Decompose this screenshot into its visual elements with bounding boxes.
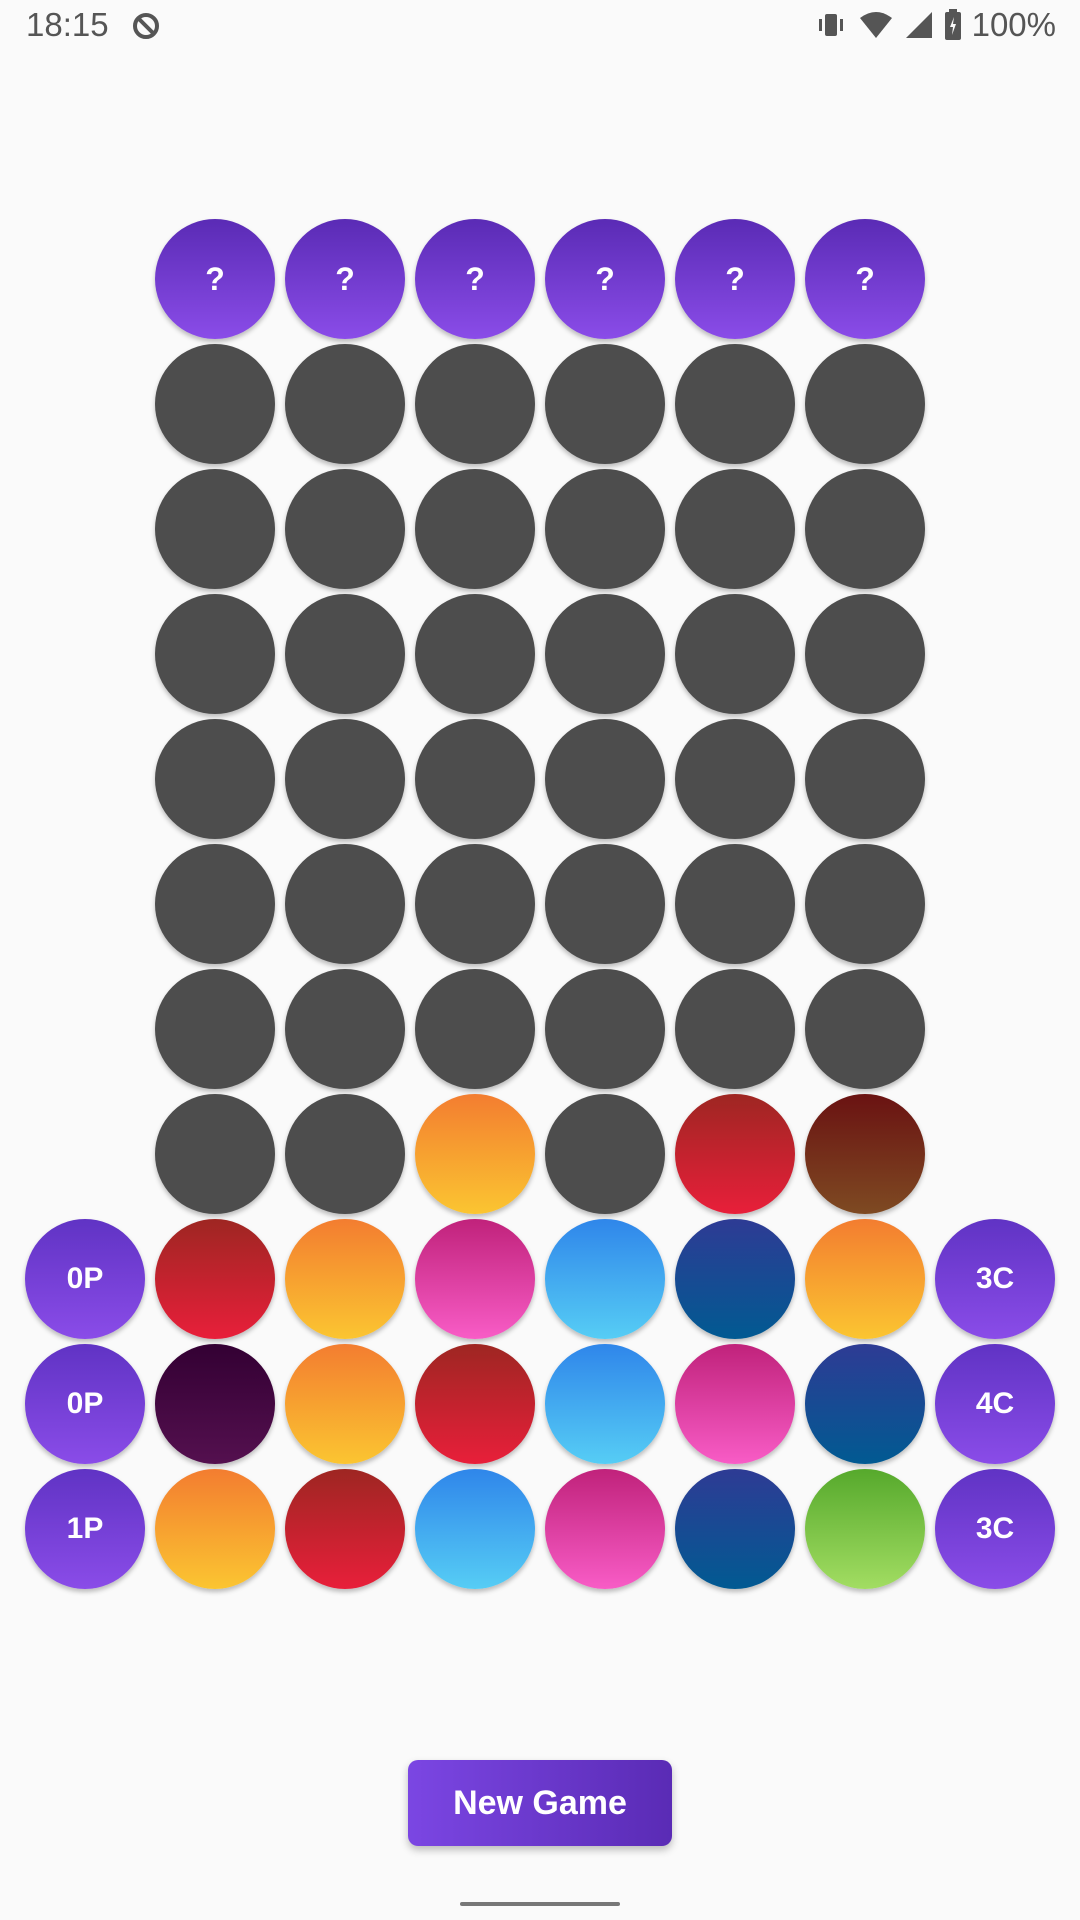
empty-slot[interactable] bbox=[155, 1094, 275, 1214]
empty-slot[interactable] bbox=[415, 469, 535, 589]
empty-slot[interactable] bbox=[675, 344, 795, 464]
empty-slot[interactable] bbox=[805, 844, 925, 964]
secret-peg: ? bbox=[155, 219, 275, 339]
signal-icon bbox=[905, 12, 932, 38]
peg-sky bbox=[415, 1469, 535, 1589]
peg-orange bbox=[805, 1219, 925, 1339]
empty-slot[interactable] bbox=[675, 969, 795, 1089]
peg-orange bbox=[155, 1469, 275, 1589]
peg-plum bbox=[155, 1344, 275, 1464]
color-score: 3C bbox=[935, 1469, 1055, 1589]
empty-slot[interactable] bbox=[285, 344, 405, 464]
empty-slot[interactable] bbox=[805, 469, 925, 589]
color-score: 4C bbox=[935, 1344, 1055, 1464]
empty-slot[interactable] bbox=[675, 719, 795, 839]
empty-slot[interactable] bbox=[805, 719, 925, 839]
empty-slot[interactable] bbox=[675, 594, 795, 714]
peg-brown[interactable] bbox=[805, 1094, 925, 1214]
peg-orange bbox=[285, 1344, 405, 1464]
empty-slot[interactable] bbox=[545, 1094, 665, 1214]
wifi-icon bbox=[859, 12, 892, 38]
secret-peg: ? bbox=[285, 219, 405, 339]
empty-slot[interactable] bbox=[675, 844, 795, 964]
empty-slot[interactable] bbox=[155, 719, 275, 839]
sync-icon bbox=[133, 13, 159, 39]
empty-slot[interactable] bbox=[285, 844, 405, 964]
peg-orange[interactable] bbox=[415, 1094, 535, 1214]
peg-red bbox=[155, 1219, 275, 1339]
new-game-button[interactable]: New Game bbox=[408, 1760, 672, 1846]
peg-red bbox=[415, 1344, 535, 1464]
peg-sky bbox=[545, 1344, 665, 1464]
peg-red bbox=[285, 1469, 405, 1589]
empty-slot[interactable] bbox=[415, 969, 535, 1089]
placement-score: 1P bbox=[25, 1469, 145, 1589]
secret-peg: ? bbox=[415, 219, 535, 339]
empty-slot[interactable] bbox=[155, 844, 275, 964]
status-icons: 100% bbox=[814, 6, 1056, 44]
color-score: 3C bbox=[935, 1219, 1055, 1339]
empty-slot[interactable] bbox=[285, 1094, 405, 1214]
status-time: 18:15 bbox=[26, 6, 109, 43]
empty-slot[interactable] bbox=[805, 344, 925, 464]
empty-slot[interactable] bbox=[545, 469, 665, 589]
empty-slot[interactable] bbox=[285, 719, 405, 839]
empty-slot[interactable] bbox=[415, 344, 535, 464]
peg-pink bbox=[545, 1469, 665, 1589]
peg-orange bbox=[285, 1219, 405, 1339]
empty-slot[interactable] bbox=[285, 469, 405, 589]
secret-peg: ? bbox=[805, 219, 925, 339]
peg-navy bbox=[675, 1469, 795, 1589]
empty-slot[interactable] bbox=[545, 969, 665, 1089]
empty-slot[interactable] bbox=[155, 344, 275, 464]
empty-slot[interactable] bbox=[285, 969, 405, 1089]
peg-sky bbox=[545, 1219, 665, 1339]
status-bar: 18:15 100% bbox=[0, 0, 1080, 56]
empty-slot[interactable] bbox=[545, 594, 665, 714]
empty-slot[interactable] bbox=[155, 969, 275, 1089]
peg-green bbox=[805, 1469, 925, 1589]
empty-slot[interactable] bbox=[155, 469, 275, 589]
peg-navy bbox=[805, 1344, 925, 1464]
home-indicator[interactable] bbox=[460, 1902, 620, 1906]
placement-score: 0P bbox=[25, 1344, 145, 1464]
empty-slot[interactable] bbox=[415, 719, 535, 839]
empty-slot[interactable] bbox=[155, 594, 275, 714]
empty-slot[interactable] bbox=[545, 844, 665, 964]
empty-slot[interactable] bbox=[805, 594, 925, 714]
empty-slot[interactable] bbox=[545, 344, 665, 464]
placement-score: 0P bbox=[25, 1219, 145, 1339]
empty-slot[interactable] bbox=[415, 594, 535, 714]
vibrate-icon bbox=[818, 14, 843, 36]
empty-slot[interactable] bbox=[415, 844, 535, 964]
empty-slot[interactable] bbox=[675, 469, 795, 589]
battery-icon bbox=[944, 9, 961, 40]
peg-navy bbox=[675, 1219, 795, 1339]
empty-slot[interactable] bbox=[805, 969, 925, 1089]
secret-peg: ? bbox=[675, 219, 795, 339]
empty-slot[interactable] bbox=[285, 594, 405, 714]
battery-percent: 100% bbox=[971, 6, 1056, 43]
peg-pink bbox=[415, 1219, 535, 1339]
peg-red[interactable] bbox=[675, 1094, 795, 1214]
peg-pink bbox=[675, 1344, 795, 1464]
secret-peg: ? bbox=[545, 219, 665, 339]
empty-slot[interactable] bbox=[545, 719, 665, 839]
